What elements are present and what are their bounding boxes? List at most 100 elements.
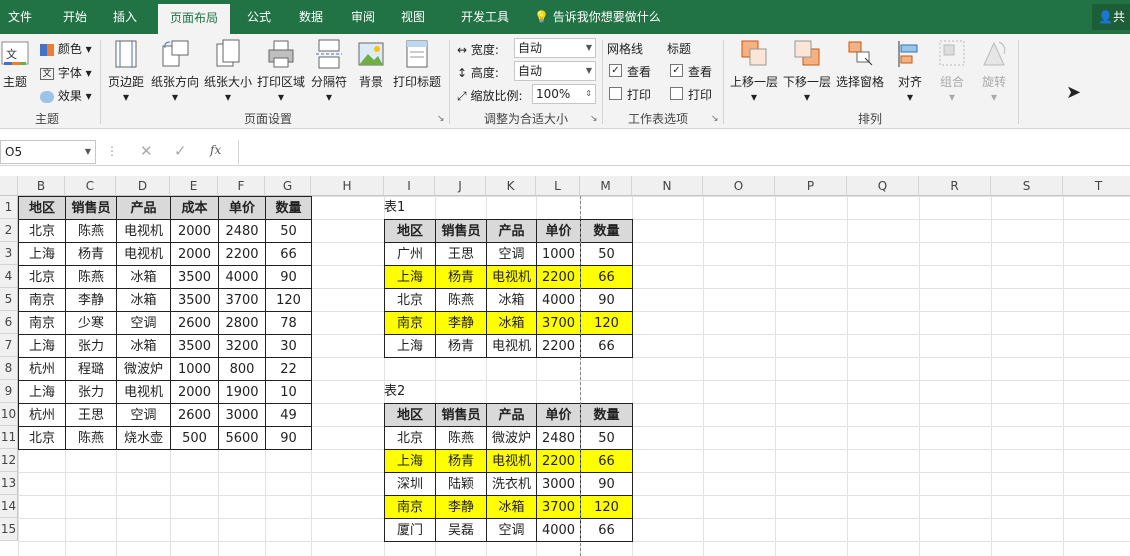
size-button[interactable]: 纸张大小 ▾ bbox=[204, 38, 252, 104]
select-all-corner[interactable] bbox=[0, 176, 18, 196]
row-header-14[interactable]: 14 bbox=[0, 495, 18, 518]
table-cell[interactable]: 2600 bbox=[170, 311, 219, 335]
table-cell[interactable]: 66 bbox=[265, 242, 312, 266]
row-header-7[interactable]: 7 bbox=[0, 334, 18, 357]
tab-0[interactable]: 文件 bbox=[0, 0, 40, 34]
table-cell[interactable]: 2800 bbox=[218, 311, 266, 335]
tab-6[interactable]: 审阅 bbox=[343, 0, 383, 34]
theme-effects-button[interactable]: 效果 ▾ bbox=[40, 87, 92, 104]
worksheet-grid[interactable]: B C D E F G H I J K L M N O P Q R S T 1 2 3 4 5 6 7 8 9 10 11 12 13 14 15… bbox=[0, 176, 1130, 556]
row-header-9[interactable]: 9 bbox=[0, 380, 18, 403]
insert-function-icon[interactable]: fx bbox=[210, 143, 221, 157]
column-header-P[interactable]: P bbox=[775, 176, 847, 196]
scale-spinner[interactable]: 100% ⇕ bbox=[532, 84, 596, 104]
table-cell[interactable]: 50 bbox=[265, 219, 312, 243]
tab-1[interactable]: 开始 bbox=[55, 0, 95, 34]
orientation-button[interactable]: 纸张方向 ▾ bbox=[151, 38, 199, 104]
table-header-cell[interactable]: 产品 bbox=[486, 219, 537, 243]
column-header-R[interactable]: R bbox=[919, 176, 991, 196]
highlighted-cell[interactable]: 2200 bbox=[536, 449, 581, 473]
table-cell[interactable]: 冰箱 bbox=[116, 265, 171, 289]
table-cell[interactable]: 4000 bbox=[536, 518, 581, 542]
setup-dialog-launcher[interactable]: ↘ bbox=[437, 114, 445, 124]
table-header-cell[interactable]: 单价 bbox=[536, 403, 581, 427]
table-cell[interactable]: 陈燕 bbox=[435, 426, 487, 450]
tab-4[interactable]: 公式 bbox=[239, 0, 279, 34]
highlighted-cell[interactable]: 120 bbox=[580, 495, 633, 519]
table-cell[interactable]: 杭州 bbox=[18, 403, 66, 427]
column-header-K[interactable]: K bbox=[486, 176, 536, 196]
table-cell[interactable]: 微波炉 bbox=[486, 426, 537, 450]
sheet-dialog-launcher[interactable]: ↘ bbox=[711, 114, 719, 124]
table-cell[interactable]: 北京 bbox=[384, 288, 436, 312]
table-cell[interactable]: 2480 bbox=[536, 426, 581, 450]
table-cell[interactable]: 微波炉 bbox=[116, 357, 171, 381]
column-header-L[interactable]: L bbox=[536, 176, 580, 196]
background-button[interactable]: 背景 bbox=[356, 38, 386, 90]
bring-forward-button[interactable]: 上移一层 ▾ bbox=[730, 38, 778, 104]
table-cell[interactable]: 上海 bbox=[18, 242, 66, 266]
table-cell[interactable]: 3500 bbox=[170, 288, 219, 312]
table-cell[interactable]: 50 bbox=[580, 426, 633, 450]
table-cell[interactable]: 3700 bbox=[218, 288, 266, 312]
column-header-B[interactable]: B bbox=[18, 176, 65, 196]
table-cell[interactable]: 程璐 bbox=[65, 357, 117, 381]
table-cell[interactable]: 1000 bbox=[170, 357, 219, 381]
tab-2[interactable]: 插入 bbox=[105, 0, 145, 34]
table-cell[interactable]: 空调 bbox=[116, 403, 171, 427]
align-button[interactable]: 对齐 ▾ bbox=[895, 38, 925, 104]
tell-me-search[interactable]: 💡 告诉我你想要做什么 bbox=[534, 0, 661, 34]
row-header-10[interactable]: 10 bbox=[0, 403, 18, 426]
tab-7[interactable]: 视图 bbox=[393, 0, 433, 34]
highlighted-cell[interactable]: 杨青 bbox=[435, 265, 487, 289]
table-cell[interactable]: 2000 bbox=[170, 380, 219, 404]
table-cell[interactable]: 陈燕 bbox=[65, 265, 117, 289]
breaks-button[interactable]: 分隔符 ▾ bbox=[311, 38, 347, 104]
table-cell[interactable]: 陆颖 bbox=[435, 472, 487, 496]
tab-5[interactable]: 数据 bbox=[291, 0, 331, 34]
table-header-cell[interactable]: 产品 bbox=[116, 196, 171, 220]
row-header-6[interactable]: 6 bbox=[0, 311, 18, 334]
table-cell[interactable]: 少寒 bbox=[65, 311, 117, 335]
table-cell[interactable]: 500 bbox=[170, 426, 219, 450]
row-header-12[interactable]: 12 bbox=[0, 449, 18, 472]
table-header-cell[interactable]: 地区 bbox=[18, 196, 66, 220]
table-cell[interactable]: 90 bbox=[580, 288, 633, 312]
column-header-D[interactable]: D bbox=[116, 176, 170, 196]
print-titles-button[interactable]: 打印标题 bbox=[393, 38, 441, 90]
tab-8[interactable]: 开发工具 bbox=[450, 0, 520, 34]
gridlines-view-checkbox[interactable]: ✓ bbox=[609, 64, 622, 77]
table-header-cell[interactable]: 单价 bbox=[218, 196, 266, 220]
highlighted-cell[interactable]: 冰箱 bbox=[486, 495, 537, 519]
table-header-cell[interactable]: 单价 bbox=[536, 219, 581, 243]
table-header-cell[interactable]: 销售员 bbox=[65, 196, 117, 220]
theme-colors-button[interactable]: 颜色 ▾ bbox=[40, 40, 92, 57]
table-cell[interactable]: 王思 bbox=[65, 403, 117, 427]
table-header-cell[interactable]: 销售员 bbox=[435, 219, 487, 243]
send-backward-button[interactable]: 下移一层 ▾ bbox=[783, 38, 831, 104]
table-cell[interactable]: 洗衣机 bbox=[486, 472, 537, 496]
table-cell[interactable]: 上海 bbox=[384, 334, 436, 358]
group-button[interactable]: 组合 ▾ bbox=[937, 38, 967, 104]
table-cell[interactable]: 30 bbox=[265, 334, 312, 358]
table-cell[interactable]: 10 bbox=[265, 380, 312, 404]
tab-3[interactable]: 页面布局 bbox=[158, 4, 230, 34]
table-cell[interactable]: 电视机 bbox=[486, 334, 537, 358]
table-cell[interactable]: 空调 bbox=[486, 242, 537, 266]
table-cell[interactable]: 120 bbox=[265, 288, 312, 312]
headings-view-checkbox[interactable]: ✓ bbox=[670, 64, 683, 77]
table-header-cell[interactable]: 产品 bbox=[486, 403, 537, 427]
table-cell[interactable]: 张力 bbox=[65, 334, 117, 358]
table-header-cell[interactable]: 数量 bbox=[580, 403, 633, 427]
highlighted-cell[interactable]: 电视机 bbox=[486, 449, 537, 473]
print-area-button[interactable]: 打印区域 ▾ bbox=[257, 38, 305, 104]
table-title[interactable]: 表1 bbox=[384, 196, 436, 220]
table-cell[interactable]: 2000 bbox=[170, 219, 219, 243]
table-cell[interactable]: 1000 bbox=[536, 242, 581, 266]
table-cell[interactable]: 杭州 bbox=[18, 357, 66, 381]
table-cell[interactable]: 5600 bbox=[218, 426, 266, 450]
table-cell[interactable]: 空调 bbox=[486, 518, 537, 542]
table-cell[interactable]: 66 bbox=[580, 334, 633, 358]
table-cell[interactable]: 4000 bbox=[218, 265, 266, 289]
table-cell[interactable]: 厦门 bbox=[384, 518, 436, 542]
